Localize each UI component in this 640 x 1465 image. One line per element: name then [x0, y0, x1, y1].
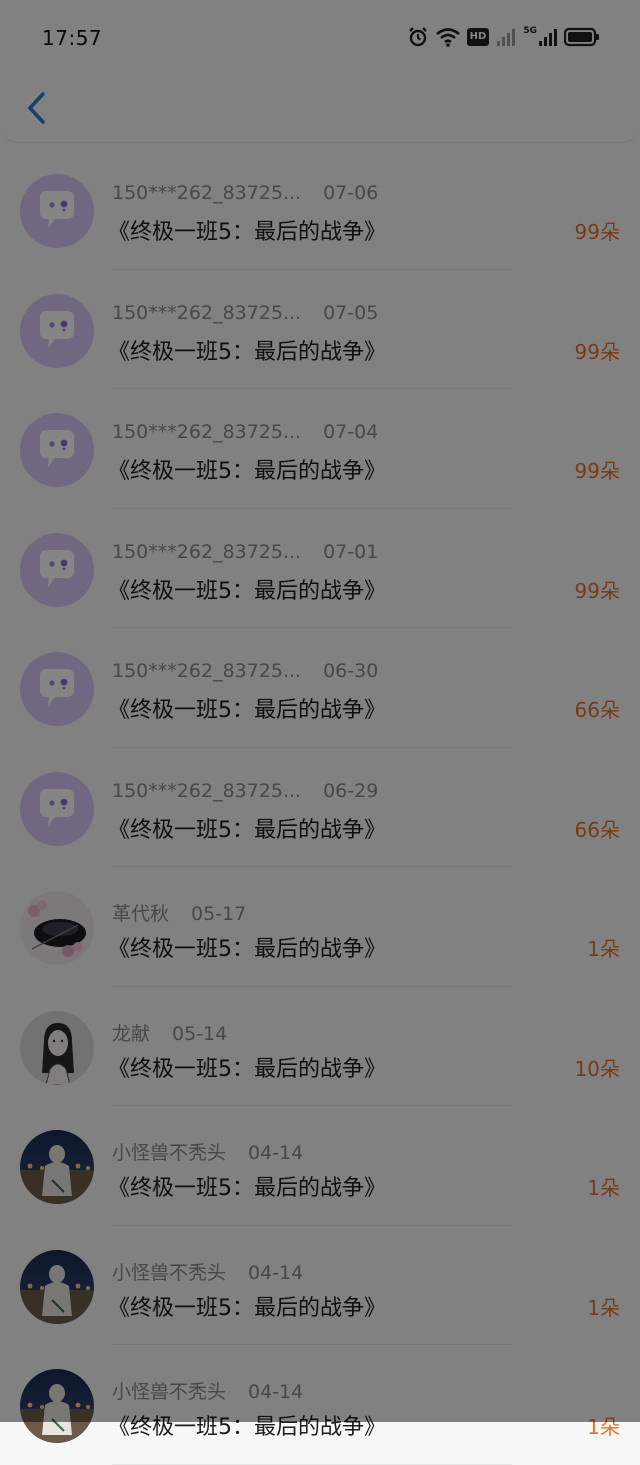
- row-divider: [112, 1463, 512, 1465]
- dim-overlay[interactable]: [0, 0, 640, 1422]
